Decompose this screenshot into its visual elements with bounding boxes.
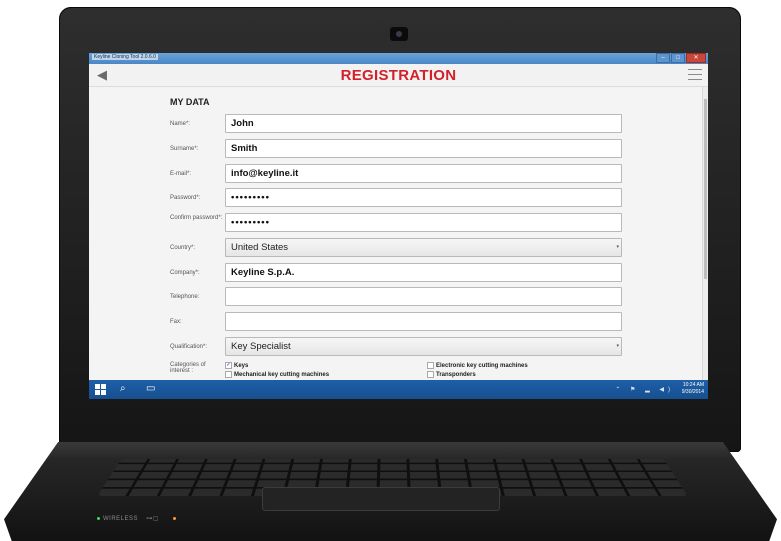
qualification-row: Qualification*: Key Specialist <box>89 337 703 357</box>
system-tray-icons[interactable]: ⌃ ⚑ ▂ ◀) <box>615 386 674 393</box>
company-label: Company*: <box>170 270 200 276</box>
confirm-password-row: Confirm password*: ••••••••• <box>89 213 703 233</box>
telephone-label: Telephone: <box>170 294 200 300</box>
checkbox-keys-label: Keys <box>234 363 249 370</box>
checkbox-electronic-label: Electronic key cutting machines <box>436 363 528 370</box>
window-controls: – □ ✕ <box>656 53 706 63</box>
wireless-label: WIRELESS <box>103 516 139 522</box>
minimize-button[interactable]: – <box>656 53 670 63</box>
file-explorer-icon[interactable]: ▭ <box>146 383 155 395</box>
checkbox-mechanical-machines[interactable]: Mechanical key cutting machines <box>225 371 329 378</box>
fax-field[interactable] <box>225 312 622 331</box>
confirm-password-field[interactable]: ••••••••• <box>225 213 622 232</box>
taskbar: ⌕ ▭ ⌃ ⚑ ▂ ◀) 10:24 AM 9/30/2014 <box>89 380 708 399</box>
taskbar-clock[interactable]: 10:24 AM 9/30/2014 <box>682 382 704 396</box>
clock-time: 10:24 AM <box>682 382 704 388</box>
checkbox-checked-icon: ✓ <box>225 362 232 369</box>
surname-row: Surname*: Smith <box>89 139 703 159</box>
power-led <box>173 516 177 520</box>
fax-label: Fax: <box>170 319 182 325</box>
company-field[interactable]: Keyline S.p.A. <box>225 263 622 282</box>
checkbox-electronic-machines[interactable]: Electronic key cutting machines <box>427 362 528 369</box>
email-field[interactable]: info@keyline.it <box>225 164 622 183</box>
fax-row: Fax: <box>89 312 703 332</box>
indicator-icons: ⊶▢ <box>146 516 159 522</box>
screen: Keyline Cloning Tool 2.0.6.0 – □ ✕ ◀ REG… <box>89 53 708 399</box>
name-label: Name*: <box>170 121 191 127</box>
telephone-field[interactable] <box>225 287 622 306</box>
window-title: Keyline Cloning Tool 2.0.6.0 <box>92 54 158 60</box>
checkbox-keys[interactable]: ✓ Keys <box>225 362 248 369</box>
qualification-select[interactable]: Key Specialist <box>225 337 622 356</box>
password-field[interactable]: ••••••••• <box>225 188 622 207</box>
hamburger-icon[interactable] <box>688 69 702 81</box>
name-row: Name*: John <box>89 114 703 134</box>
scroll-thumb[interactable] <box>704 99 707 279</box>
webcam <box>390 27 408 41</box>
maximize-button[interactable]: □ <box>671 53 685 63</box>
checkbox-transponders[interactable]: Transponders <box>427 371 476 378</box>
email-row: E-mail*: info@keyline.it <box>89 164 703 184</box>
checkbox-mechanical-label: Mechanical key cutting machines <box>234 372 330 379</box>
registration-form: MY DATA Name*: John Surname*: Smith E-ma… <box>89 87 703 379</box>
checkbox-icon <box>427 362 434 369</box>
search-icon[interactable]: ⌕ <box>120 383 126 395</box>
checkbox-transponders-label: Transponders <box>436 372 476 379</box>
window-titlebar: Keyline Cloning Tool 2.0.6.0 – □ ✕ <box>89 53 708 64</box>
close-button[interactable]: ✕ <box>686 53 706 63</box>
telephone-row: Telephone: <box>89 287 703 307</box>
surname-field[interactable]: Smith <box>225 139 622 158</box>
country-label: Country*: <box>170 245 196 251</box>
email-label: E-mail*: <box>170 171 192 177</box>
password-label: Password*: <box>170 195 201 201</box>
qualification-label: Qualification*: <box>170 344 208 350</box>
name-field[interactable]: John <box>225 114 622 133</box>
country-select[interactable]: United States <box>225 238 622 257</box>
categories-label: Categories of interest : <box>170 362 206 374</box>
page-title: REGISTRATION <box>340 67 457 84</box>
checkbox-icon <box>225 371 232 378</box>
touchpad <box>262 487 500 511</box>
password-row: Password*: ••••••••• <box>89 188 703 208</box>
country-row: Country*: United States <box>89 238 703 258</box>
surname-label: Surname*: <box>170 146 199 152</box>
company-row: Company*: Keyline S.p.A. <box>89 263 703 283</box>
wireless-led <box>97 516 100 520</box>
confirm-password-label: Confirm password*: <box>170 215 223 221</box>
status-indicators: WIRELESS ⊶▢ <box>97 515 179 522</box>
app-header: ◀ REGISTRATION <box>89 64 708 87</box>
checkbox-icon <box>427 371 434 378</box>
clock-date: 9/30/2014 <box>681 389 704 395</box>
vertical-scrollbar[interactable] <box>702 87 708 380</box>
section-title: MY DATA <box>170 97 210 107</box>
start-windows-icon[interactable] <box>95 384 106 395</box>
